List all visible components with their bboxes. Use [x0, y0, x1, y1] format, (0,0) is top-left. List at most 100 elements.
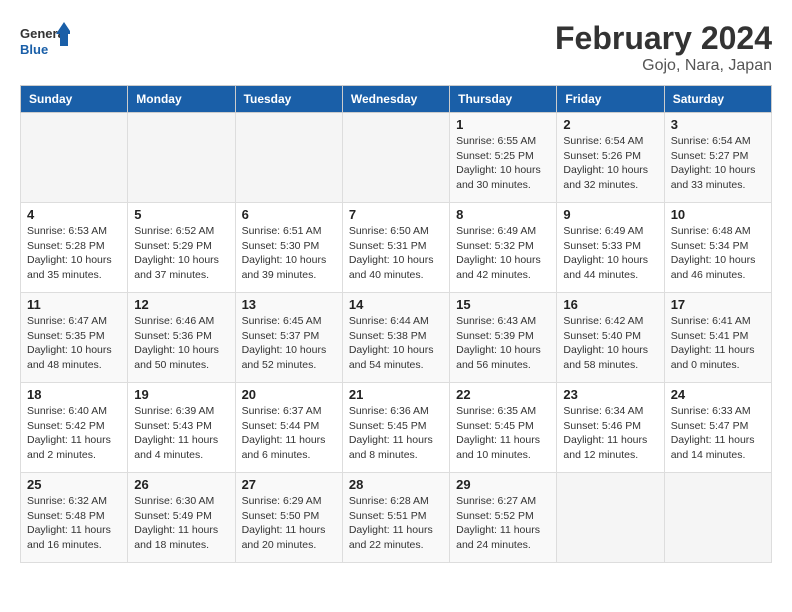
calendar-cell: 9Sunrise: 6:49 AM Sunset: 5:33 PM Daylig…	[557, 203, 664, 293]
calendar-cell	[342, 113, 449, 203]
day-number: 4	[27, 207, 121, 222]
day-number: 26	[134, 477, 228, 492]
calendar-cell: 2Sunrise: 6:54 AM Sunset: 5:26 PM Daylig…	[557, 113, 664, 203]
day-number: 25	[27, 477, 121, 492]
day-number: 8	[456, 207, 550, 222]
calendar-cell: 12 Sunrise: 6:46 AM Sunset: 5:36 PM Dayli…	[128, 293, 235, 383]
day-info: Sunrise: 6:45 AM Sunset: 5:37 PM Dayligh…	[242, 314, 336, 373]
calendar-cell: 25 Sunrise: 6:32 AM Sunset: 5:48 PM Dayli…	[21, 473, 128, 563]
logo: General Blue	[20, 20, 70, 60]
calendar-week-2: 4 Sunrise: 6:53 AM Sunset: 5:28 PM Daylig…	[21, 203, 772, 293]
day-info: Sunrise: 6:46 AM Sunset: 5:36 PM Dayligh…	[134, 314, 228, 373]
header-cell-tuesday: Tuesday	[235, 86, 342, 113]
calendar-cell: 1 Sunrise: 6:55 AM Sunset: 5:25 PM Daylig…	[450, 113, 557, 203]
calendar-cell	[557, 473, 664, 563]
calendar-cell: 22 Sunrise: 6:35 AM Sunset: 5:45 PM Dayli…	[450, 383, 557, 473]
day-number: 11	[27, 297, 121, 312]
day-info: Sunrise: 6:47 AM Sunset: 5:35 PM Dayligh…	[27, 314, 121, 373]
day-info: Sunrise: 6:52 AM Sunset: 5:29 PM Dayligh…	[134, 224, 228, 283]
day-info: Sunrise: 6:49 AM Sunset: 5:32 PM Dayligh…	[456, 224, 550, 283]
calendar-week-3: 11 Sunrise: 6:47 AM Sunset: 5:35 PM Dayli…	[21, 293, 772, 383]
page-header: General Blue February 2024 Gojo, Nara, J…	[20, 20, 772, 75]
day-info: Sunrise: 6:34 AM Sunset: 5:46 PM Dayligh…	[563, 404, 657, 463]
day-number: 14	[349, 297, 443, 312]
day-number: 27	[242, 477, 336, 492]
svg-text:Blue: Blue	[20, 42, 48, 57]
day-info: Sunrise: 6:50 AM Sunset: 5:31 PM Dayligh…	[349, 224, 443, 283]
day-info: Sunrise: 6:33 AM Sunset: 5:47 PM Dayligh…	[671, 404, 765, 463]
calendar-cell	[664, 473, 771, 563]
day-info: Sunrise: 6:32 AM Sunset: 5:48 PM Dayligh…	[27, 494, 121, 553]
calendar-cell: 17Sunrise: 6:41 AM Sunset: 5:41 PM Dayli…	[664, 293, 771, 383]
calendar-week-5: 25 Sunrise: 6:32 AM Sunset: 5:48 PM Dayli…	[21, 473, 772, 563]
calendar-cell: 14 Sunrise: 6:44 AM Sunset: 5:38 PM Dayli…	[342, 293, 449, 383]
calendar-cell	[21, 113, 128, 203]
day-info: Sunrise: 6:43 AM Sunset: 5:39 PM Dayligh…	[456, 314, 550, 373]
day-number: 20	[242, 387, 336, 402]
day-number: 18	[27, 387, 121, 402]
day-number: 19	[134, 387, 228, 402]
day-number: 29	[456, 477, 550, 492]
calendar-cell: 18 Sunrise: 6:40 AM Sunset: 5:42 PM Dayli…	[21, 383, 128, 473]
day-number: 1	[456, 117, 550, 132]
calendar-cell: 10 Sunrise: 6:48 AM Sunset: 5:34 PM Dayli…	[664, 203, 771, 293]
calendar-cell: 3 Sunrise: 6:54 AM Sunset: 5:27 PM Daylig…	[664, 113, 771, 203]
calendar-table: SundayMondayTuesdayWednesdayThursdayFrid…	[20, 85, 772, 563]
calendar-cell: 11 Sunrise: 6:47 AM Sunset: 5:35 PM Dayli…	[21, 293, 128, 383]
day-info: Sunrise: 6:44 AM Sunset: 5:38 PM Dayligh…	[349, 314, 443, 373]
day-number: 7	[349, 207, 443, 222]
day-info: Sunrise: 6:51 AM Sunset: 5:30 PM Dayligh…	[242, 224, 336, 283]
day-info: Sunrise: 6:28 AM Sunset: 5:51 PM Dayligh…	[349, 494, 443, 553]
day-number: 5	[134, 207, 228, 222]
header-cell-monday: Monday	[128, 86, 235, 113]
header-cell-saturday: Saturday	[664, 86, 771, 113]
calendar-cell	[128, 113, 235, 203]
day-info: Sunrise: 6:49 AM Sunset: 5:33 PM Dayligh…	[563, 224, 657, 283]
calendar-cell: 8 Sunrise: 6:49 AM Sunset: 5:32 PM Daylig…	[450, 203, 557, 293]
day-info: Sunrise: 6:42 AM Sunset: 5:40 PM Dayligh…	[563, 314, 657, 373]
day-number: 13	[242, 297, 336, 312]
day-number: 12	[134, 297, 228, 312]
day-info: Sunrise: 6:39 AM Sunset: 5:43 PM Dayligh…	[134, 404, 228, 463]
day-info: Sunrise: 6:40 AM Sunset: 5:42 PM Dayligh…	[27, 404, 121, 463]
day-number: 6	[242, 207, 336, 222]
calendar-week-4: 18 Sunrise: 6:40 AM Sunset: 5:42 PM Dayli…	[21, 383, 772, 473]
day-number: 15	[456, 297, 550, 312]
calendar-cell: 7 Sunrise: 6:50 AM Sunset: 5:31 PM Daylig…	[342, 203, 449, 293]
calendar-cell: 6 Sunrise: 6:51 AM Sunset: 5:30 PM Daylig…	[235, 203, 342, 293]
day-info: Sunrise: 6:37 AM Sunset: 5:44 PM Dayligh…	[242, 404, 336, 463]
calendar-cell: 26 Sunrise: 6:30 AM Sunset: 5:49 PM Dayli…	[128, 473, 235, 563]
calendar-cell: 15 Sunrise: 6:43 AM Sunset: 5:39 PM Dayli…	[450, 293, 557, 383]
day-info: Sunrise: 6:29 AM Sunset: 5:50 PM Dayligh…	[242, 494, 336, 553]
calendar-cell: 20 Sunrise: 6:37 AM Sunset: 5:44 PM Dayli…	[235, 383, 342, 473]
day-info: Sunrise: 6:36 AM Sunset: 5:45 PM Dayligh…	[349, 404, 443, 463]
day-number: 3	[671, 117, 765, 132]
logo-svg: General Blue	[20, 20, 70, 60]
calendar-week-1: 1 Sunrise: 6:55 AM Sunset: 5:25 PM Daylig…	[21, 113, 772, 203]
day-number: 2	[563, 117, 657, 132]
header-cell-friday: Friday	[557, 86, 664, 113]
calendar-cell: 28Sunrise: 6:28 AM Sunset: 5:51 PM Dayli…	[342, 473, 449, 563]
calendar-cell: 4 Sunrise: 6:53 AM Sunset: 5:28 PM Daylig…	[21, 203, 128, 293]
day-info: Sunrise: 6:54 AM Sunset: 5:27 PM Dayligh…	[671, 134, 765, 193]
day-info: Sunrise: 6:30 AM Sunset: 5:49 PM Dayligh…	[134, 494, 228, 553]
day-number: 10	[671, 207, 765, 222]
calendar-cell: 13 Sunrise: 6:45 AM Sunset: 5:37 PM Dayli…	[235, 293, 342, 383]
day-number: 16	[563, 297, 657, 312]
page-title: February 2024	[555, 20, 772, 57]
day-number: 22	[456, 387, 550, 402]
page-subtitle: Gojo, Nara, Japan	[555, 57, 772, 75]
day-info: Sunrise: 6:41 AM Sunset: 5:41 PM Dayligh…	[671, 314, 765, 373]
calendar-cell: 27 Sunrise: 6:29 AM Sunset: 5:50 PM Dayli…	[235, 473, 342, 563]
header-cell-thursday: Thursday	[450, 86, 557, 113]
day-info: Sunrise: 6:48 AM Sunset: 5:34 PM Dayligh…	[671, 224, 765, 283]
day-info: Sunrise: 6:53 AM Sunset: 5:28 PM Dayligh…	[27, 224, 121, 283]
day-info: Sunrise: 6:55 AM Sunset: 5:25 PM Dayligh…	[456, 134, 550, 193]
calendar-cell: 5 Sunrise: 6:52 AM Sunset: 5:29 PM Daylig…	[128, 203, 235, 293]
calendar-cell: 29 Sunrise: 6:27 AM Sunset: 5:52 PM Dayli…	[450, 473, 557, 563]
day-info: Sunrise: 6:27 AM Sunset: 5:52 PM Dayligh…	[456, 494, 550, 553]
day-info: Sunrise: 6:35 AM Sunset: 5:45 PM Dayligh…	[456, 404, 550, 463]
calendar-cell: 21Sunrise: 6:36 AM Sunset: 5:45 PM Dayli…	[342, 383, 449, 473]
calendar-cell: 24Sunrise: 6:33 AM Sunset: 5:47 PM Dayli…	[664, 383, 771, 473]
day-number: 23	[563, 387, 657, 402]
